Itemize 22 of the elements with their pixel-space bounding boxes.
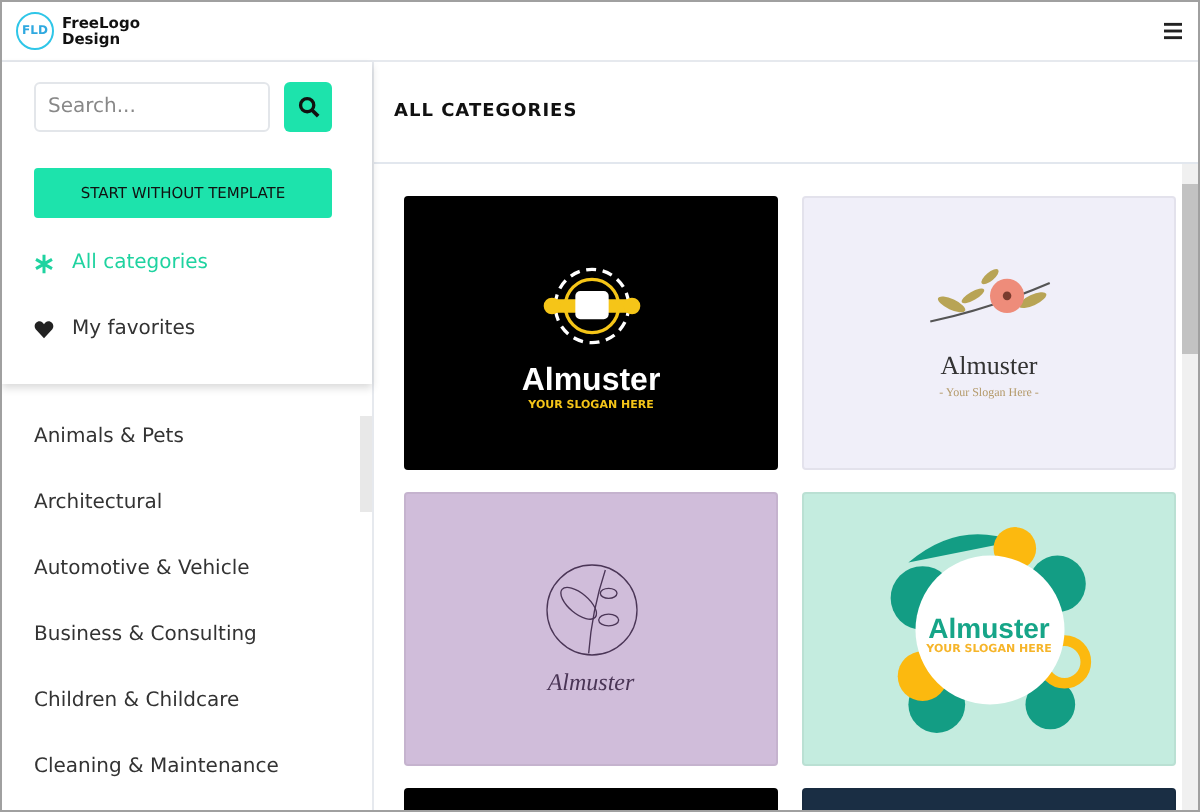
asterisk-icon bbox=[34, 253, 54, 273]
brand-name: Almuster bbox=[928, 611, 1050, 643]
search-button[interactable] bbox=[284, 82, 332, 132]
category-link[interactable]: Children & Childcare bbox=[2, 686, 342, 752]
scrollbar-thumb[interactable] bbox=[360, 416, 372, 512]
brand-name: Almuster bbox=[521, 363, 661, 399]
search-icon bbox=[297, 96, 319, 118]
brand-name: Almuster bbox=[547, 668, 635, 698]
heart-icon bbox=[34, 319, 54, 339]
section-title: ALL CATEGORIES bbox=[394, 102, 578, 122]
menu-item[interactable]: My favorites bbox=[34, 308, 332, 350]
search-field[interactable]: Search... bbox=[34, 82, 270, 132]
category-link[interactable]: Automotive & Vehicle bbox=[2, 554, 342, 620]
category-link[interactable]: Cleaning & Maintenance bbox=[2, 752, 342, 810]
category-link[interactable]: Business & Consulting bbox=[2, 620, 342, 686]
brand-name: Almuster bbox=[940, 350, 1038, 382]
category-link[interactable]: Architectural bbox=[2, 488, 342, 554]
menu-icon[interactable] bbox=[1164, 22, 1182, 40]
leaf-circle-drawing bbox=[541, 560, 641, 660]
category-link[interactable]: Animals & Pets bbox=[2, 422, 342, 488]
logo-template-card[interactable]: Almuster bbox=[404, 492, 778, 766]
scrollbar[interactable] bbox=[1182, 164, 1198, 810]
